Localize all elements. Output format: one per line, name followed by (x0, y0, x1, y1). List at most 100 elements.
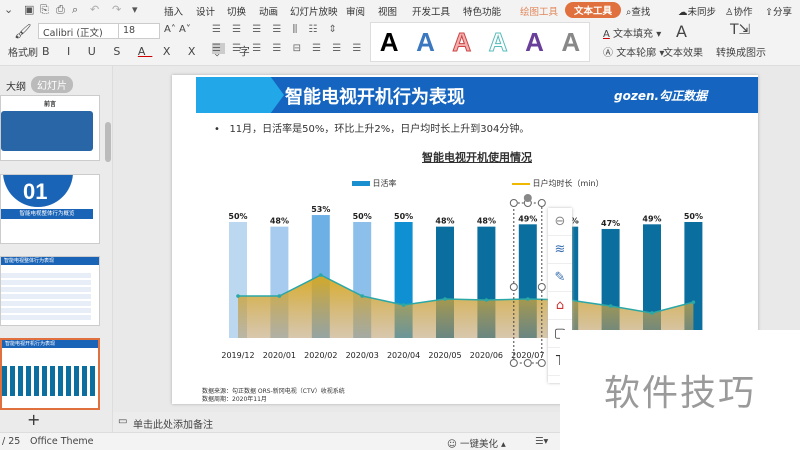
bar-label: 53% (311, 205, 330, 214)
slides-tab[interactable]: 幻灯片 (31, 76, 73, 93)
font-select[interactable]: Calibri (正文) (38, 23, 120, 39)
tab-insert[interactable]: 插入 (164, 4, 183, 18)
outline-tab[interactable]: 大纲 (6, 78, 26, 93)
bar-label: 50% (353, 212, 372, 221)
pen-icon[interactable]: ✎ (548, 264, 572, 292)
style-blue[interactable]: A (416, 27, 435, 58)
print-icon[interactable]: ⎙ (56, 3, 65, 17)
undo-icon[interactable]: ↶ (90, 3, 99, 16)
x-tick-label: 2020/01 (263, 351, 296, 360)
text-effect-button[interactable]: 文本效果 (663, 44, 703, 59)
tab-review[interactable]: 审阅 (346, 4, 365, 18)
convert-smartart-button[interactable]: 转换成图示 (716, 44, 766, 59)
notes-bar[interactable]: ▭ 单击此处添加备注 (113, 412, 560, 434)
list-buttons[interactable]: ☰ ☰ ☰ ☰ ⫼ ☷ ⇕ (212, 24, 341, 35)
beautify-button[interactable]: ☺ 一键美化 ▴ (447, 436, 506, 450)
tab-transition[interactable]: 切换 (227, 4, 246, 18)
bar-label: 49% (642, 214, 661, 223)
slide-panel: 大纲 幻灯片 前言 01 智能电视整体行为概览 智能电视整体行为表现 智能电视开… (0, 66, 113, 432)
save-icon[interactable]: ▣ (24, 3, 34, 16)
x-tick-label: 2020/07 (511, 351, 544, 360)
collapse-icon[interactable]: ⊖ (548, 208, 572, 236)
collab-button[interactable]: ♙协作 (725, 4, 753, 18)
bar-label: 48% (477, 217, 496, 226)
fill-icon[interactable]: ⌂ (548, 292, 572, 320)
search-button[interactable]: ⌕查找 (626, 4, 650, 18)
data-period: 数据周期：2020年11月 (202, 396, 267, 403)
duration-point (360, 294, 364, 298)
slide-thumb-2[interactable]: 01 智能电视整体行为概览 (0, 174, 100, 244)
chevron-down-icon[interactable]: ⌄ (4, 3, 13, 16)
duration-point (526, 297, 530, 301)
tab-animation[interactable]: 动画 (259, 4, 278, 18)
tab-text-tools[interactable]: 文本工具 (565, 2, 622, 18)
format-painter-label[interactable]: 格式刷 (8, 44, 38, 59)
text-style-gallery[interactable]: A A A A A A (370, 22, 590, 62)
bar-label: 47% (601, 219, 620, 228)
format-painter-icon[interactable]: 🖌 (14, 24, 32, 40)
style-red-outline[interactable]: A (452, 26, 472, 58)
bar-label: 50% (394, 212, 413, 221)
slide-thumb-1[interactable]: 前言 (0, 95, 100, 161)
x-tick-label: 2020/02 (304, 351, 337, 360)
customize-icon[interactable]: ▾ (132, 3, 138, 16)
duration-point (484, 298, 489, 302)
layers-icon[interactable]: ≋ (548, 236, 572, 264)
sync-button[interactable]: ☁未同步 (678, 4, 716, 18)
tab-view[interactable]: 视图 (378, 4, 397, 18)
bar-label: 50% (684, 212, 703, 221)
bar-label: 48% (435, 217, 454, 226)
export-icon[interactable]: ⎘ (40, 3, 49, 17)
notes-placeholder: 单击此处添加备注 (133, 420, 213, 431)
style-black[interactable]: A (380, 27, 399, 58)
convert-smartart-icon[interactable]: T⇲ (730, 22, 750, 38)
resize-handle (509, 283, 518, 291)
notes-icon: ▭ (118, 416, 128, 427)
tab-slideshow[interactable]: 幻灯片放映 (290, 4, 338, 18)
panel-scrollbar[interactable] (105, 122, 111, 162)
duration-point (319, 273, 323, 277)
duration-point (443, 297, 447, 301)
slide-thumb-3[interactable]: 智能电视整体行为表现 (0, 256, 100, 326)
bar-label: 50% (228, 212, 247, 221)
text-effect-icon[interactable]: A (676, 22, 687, 41)
tab-developer[interactable]: 开发工具 (412, 4, 450, 18)
x-tick-label: 2020/04 (387, 351, 420, 360)
style-purple[interactable]: A (525, 27, 544, 58)
resize-handle (537, 283, 546, 291)
x-tick-label: 2019/12 (221, 351, 254, 360)
resize-handle (537, 359, 546, 367)
share-button[interactable]: ⇪分享 (765, 4, 792, 18)
ribbon: ⌄ ▣ ⎘ ⎙ ⌕ ↶ ↷ ▾ 插入 设计 切换 动画 幻灯片放映 审阅 视图 … (0, 0, 800, 66)
duration-area (238, 274, 694, 338)
duration-point (650, 311, 654, 315)
preview-icon[interactable]: ⌕ (72, 3, 78, 17)
x-tick-label: 2020/06 (470, 351, 503, 360)
tab-features[interactable]: 特色功能 (463, 4, 501, 18)
style-teal-outline[interactable]: A (488, 26, 508, 58)
notes-toggle-icon[interactable]: ☰▾ (535, 436, 548, 447)
text-fill-button[interactable]: A 文本填充 ▾ (603, 25, 661, 40)
duration-point (691, 300, 696, 304)
redo-icon[interactable]: ↷ (112, 3, 121, 16)
bar-label: 48% (270, 217, 289, 226)
duration-point (236, 294, 240, 298)
style-gray[interactable]: A (561, 27, 580, 58)
text-outline-button[interactable]: Ⓐ 文本轮廓 ▾ (603, 44, 664, 59)
bar-label: 49% (518, 214, 537, 223)
x-tick-label: 2020/03 (346, 351, 379, 360)
add-slide-button[interactable]: + (27, 410, 40, 429)
duration-point (277, 294, 282, 298)
align-buttons[interactable]: ☰ ☰ ☰ ☰ ⊟ ☰ ☰ ☰ (212, 43, 365, 54)
font-size-select[interactable]: 18 (118, 23, 160, 39)
tab-design[interactable]: 设计 (196, 4, 215, 18)
page-indicator: / 25 (2, 436, 21, 447)
grow-font-icon[interactable]: A˄ A˅ (164, 24, 191, 35)
resize-handle (523, 359, 532, 367)
resize-handle (537, 199, 546, 207)
duration-point (608, 304, 613, 308)
theme-name[interactable]: Office Theme (30, 436, 94, 447)
slide-thumb-4-selected[interactable]: 智能电视开机行为表现 (0, 338, 100, 410)
tab-drawing-tools[interactable]: 绘图工具 (520, 4, 558, 18)
x-tick-label: 2020/05 (428, 351, 461, 360)
